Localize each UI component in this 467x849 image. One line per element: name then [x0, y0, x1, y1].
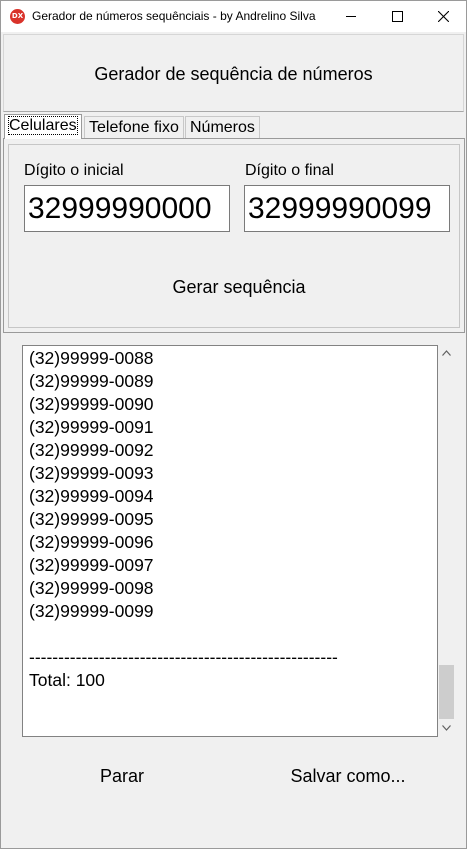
output-line: (32)99999-0095: [29, 509, 154, 529]
sequence-form: Dígito o inicial Dígito o final Gerar se…: [8, 144, 460, 328]
total-line: Total: 100: [29, 670, 105, 690]
maximize-button[interactable]: [374, 1, 420, 32]
page-title: Gerador de sequência de números: [94, 64, 373, 84]
output-line: (32)99999-0092: [29, 440, 154, 460]
output-line: (32)99999-0099: [29, 601, 154, 621]
app-window: DX Gerador de números sequênciais - by A…: [0, 0, 467, 849]
tab-numeros[interactable]: Números: [185, 116, 260, 138]
vertical-scrollbar[interactable]: [438, 345, 455, 737]
tab-celulares[interactable]: Celulares: [4, 114, 82, 139]
output-line: (32)99999-0093: [29, 463, 154, 483]
output-line: (32)99999-0091: [29, 417, 154, 437]
sequence-output-list[interactable]: (32)99999-0088 (32)99999-0089 (32)99999-00…: [22, 345, 438, 737]
app-logo-icon: DX: [10, 9, 25, 24]
header-panel: Gerador de sequência de números: [3, 34, 464, 112]
chevron-down-icon: [442, 725, 451, 731]
close-button[interactable]: [420, 1, 466, 32]
close-icon: [438, 11, 449, 22]
minimize-button[interactable]: [328, 1, 374, 32]
tab-panel-celulares: Dígito o inicial Dígito o final Gerar se…: [3, 138, 465, 333]
output-line: (32)99999-0094: [29, 486, 154, 506]
initial-digit-label: Dígito o inicial: [24, 162, 124, 179]
save-as-button[interactable]: Salvar como...: [273, 761, 423, 791]
title-bar[interactable]: DX Gerador de números sequênciais - by A…: [1, 1, 466, 32]
maximize-icon: [392, 11, 403, 22]
separator-line: ----------------------------------------…: [29, 647, 338, 667]
tab-label: Celulares: [8, 116, 78, 135]
tab-label: Telefone fixo: [89, 119, 179, 136]
output-line: (32)99999-0090: [29, 394, 154, 414]
output-line: (32)99999-0089: [29, 371, 154, 391]
scroll-thumb[interactable]: [439, 665, 454, 719]
output-line: (32)99999-0097: [29, 555, 154, 575]
scroll-up-button[interactable]: [438, 345, 455, 362]
tab-telefone-fixo[interactable]: Telefone fixo: [84, 116, 184, 138]
tab-label: Números: [190, 119, 255, 136]
minimize-icon: [346, 16, 356, 17]
final-digit-input[interactable]: [244, 185, 450, 232]
window-title: Gerador de números sequênciais - by Andr…: [32, 9, 316, 23]
initial-digit-input[interactable]: [24, 185, 230, 232]
generate-sequence-button[interactable]: Gerar sequência: [129, 267, 349, 307]
scroll-down-button[interactable]: [438, 720, 455, 737]
chevron-up-icon: [442, 350, 451, 356]
output-line: (32)99999-0098: [29, 578, 154, 598]
final-digit-label: Dígito o final: [245, 162, 334, 179]
stop-button[interactable]: Parar: [81, 761, 163, 791]
output-line: (32)99999-0096: [29, 532, 154, 552]
output-line: (32)99999-0088: [29, 348, 154, 368]
